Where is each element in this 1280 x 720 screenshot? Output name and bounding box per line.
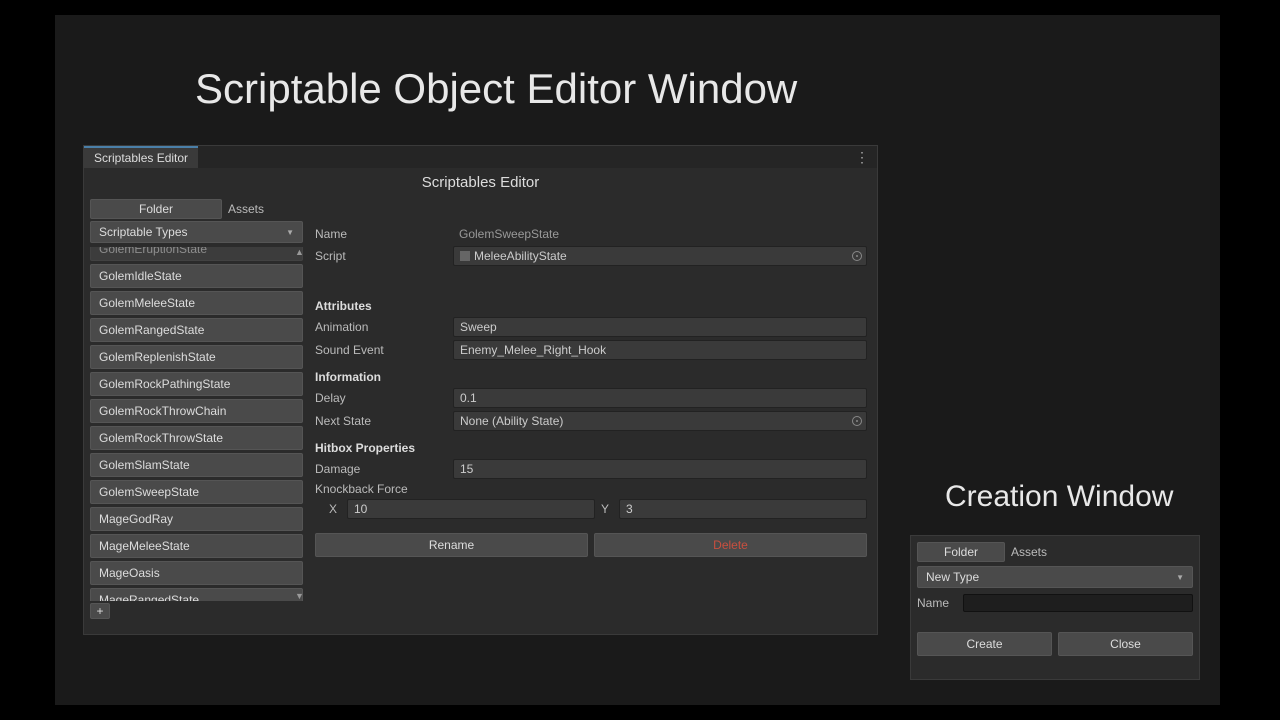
list-item[interactable]: MageGodRay — [90, 507, 303, 531]
folder-path-label: Assets — [228, 202, 264, 216]
kebab-menu-icon[interactable]: ⋮ — [855, 149, 869, 166]
panel-title: Scriptables Editor — [84, 168, 877, 197]
folder-button[interactable]: Folder — [90, 199, 222, 219]
scroll-down-icon[interactable]: ▼ — [295, 591, 303, 601]
scriptable-types-dropdown[interactable]: Scriptable Types — [90, 221, 303, 243]
animation-input[interactable]: Sweep — [453, 317, 867, 337]
name-value: GolemSweepState — [453, 225, 867, 243]
list-item[interactable]: MageMeleeState — [90, 534, 303, 558]
scriptable-types-label: Scriptable Types — [99, 225, 188, 239]
script-value: MeleeAbilityState — [474, 249, 567, 263]
damage-input[interactable]: 15 — [453, 459, 867, 479]
next-state-label: Next State — [315, 414, 453, 428]
add-button[interactable]: + — [90, 603, 110, 619]
information-header: Information — [315, 370, 867, 384]
attributes-header: Attributes — [315, 299, 867, 313]
list-item[interactable]: MageRangedState — [90, 588, 303, 601]
new-type-label: New Type — [926, 570, 979, 584]
next-state-value: None (Ability State) — [460, 414, 563, 428]
y-label: Y — [601, 502, 613, 516]
script-field[interactable]: MeleeAbilityState — [453, 246, 867, 266]
list-item[interactable]: GolemSlamState — [90, 453, 303, 477]
creation-window: Folder Assets New Type Name Create Close — [910, 535, 1200, 680]
sound-event-label: Sound Event — [315, 343, 453, 357]
script-icon — [460, 251, 470, 261]
new-type-dropdown[interactable]: New Type — [917, 566, 1193, 588]
list-item[interactable]: GolemEruptionState — [90, 247, 303, 261]
list-item[interactable]: GolemMeleeState — [90, 291, 303, 315]
rename-button[interactable]: Rename — [315, 533, 588, 557]
creation-folder-button[interactable]: Folder — [917, 542, 1005, 562]
list-item[interactable]: GolemRockThrowState — [90, 426, 303, 450]
scriptables-editor-window: Scriptables Editor ⋮ Scriptables Editor … — [83, 145, 878, 635]
list-item[interactable]: GolemSweepState — [90, 480, 303, 504]
next-state-field[interactable]: None (Ability State) — [453, 411, 867, 431]
create-button[interactable]: Create — [917, 632, 1052, 656]
tab-scriptables-editor[interactable]: Scriptables Editor — [84, 146, 198, 168]
animation-label: Animation — [315, 320, 453, 334]
creation-window-title: Creation Window — [945, 480, 1173, 514]
list-item[interactable]: GolemReplenishState — [90, 345, 303, 369]
creation-folder-path: Assets — [1011, 545, 1047, 559]
x-label: X — [329, 502, 341, 516]
inspector-panel: Name GolemSweepState Script MeleeAbility… — [309, 221, 877, 619]
list-item[interactable]: GolemRockPathingState — [90, 372, 303, 396]
scroll-up-icon[interactable]: ▲ — [295, 247, 303, 257]
hitbox-header: Hitbox Properties — [315, 441, 867, 455]
knockback-x-input[interactable]: 10 — [347, 499, 595, 519]
creation-name-input[interactable] — [963, 594, 1193, 612]
asset-list: GolemEruptionState GolemIdleState GolemM… — [90, 247, 303, 601]
delay-input[interactable]: 0.1 — [453, 388, 867, 408]
script-label: Script — [315, 249, 453, 263]
tab-bar: Scriptables Editor ⋮ — [84, 146, 877, 168]
delay-label: Delay — [315, 391, 453, 405]
list-item[interactable]: GolemRangedState — [90, 318, 303, 342]
sound-event-input[interactable]: Enemy_Melee_Right_Hook — [453, 340, 867, 360]
name-label: Name — [315, 227, 453, 241]
page-title: Scriptable Object Editor Window — [195, 65, 797, 113]
object-picker-icon[interactable] — [852, 251, 862, 261]
creation-name-label: Name — [917, 596, 955, 610]
list-item[interactable]: GolemIdleState — [90, 264, 303, 288]
knockback-label: Knockback Force — [315, 482, 408, 496]
damage-label: Damage — [315, 462, 453, 476]
list-item[interactable]: GolemRockThrowChain — [90, 399, 303, 423]
knockback-y-input[interactable]: 3 — [619, 499, 867, 519]
delete-button[interactable]: Delete — [594, 533, 867, 557]
close-button[interactable]: Close — [1058, 632, 1193, 656]
list-item[interactable]: MageOasis — [90, 561, 303, 585]
object-picker-icon[interactable] — [852, 416, 862, 426]
